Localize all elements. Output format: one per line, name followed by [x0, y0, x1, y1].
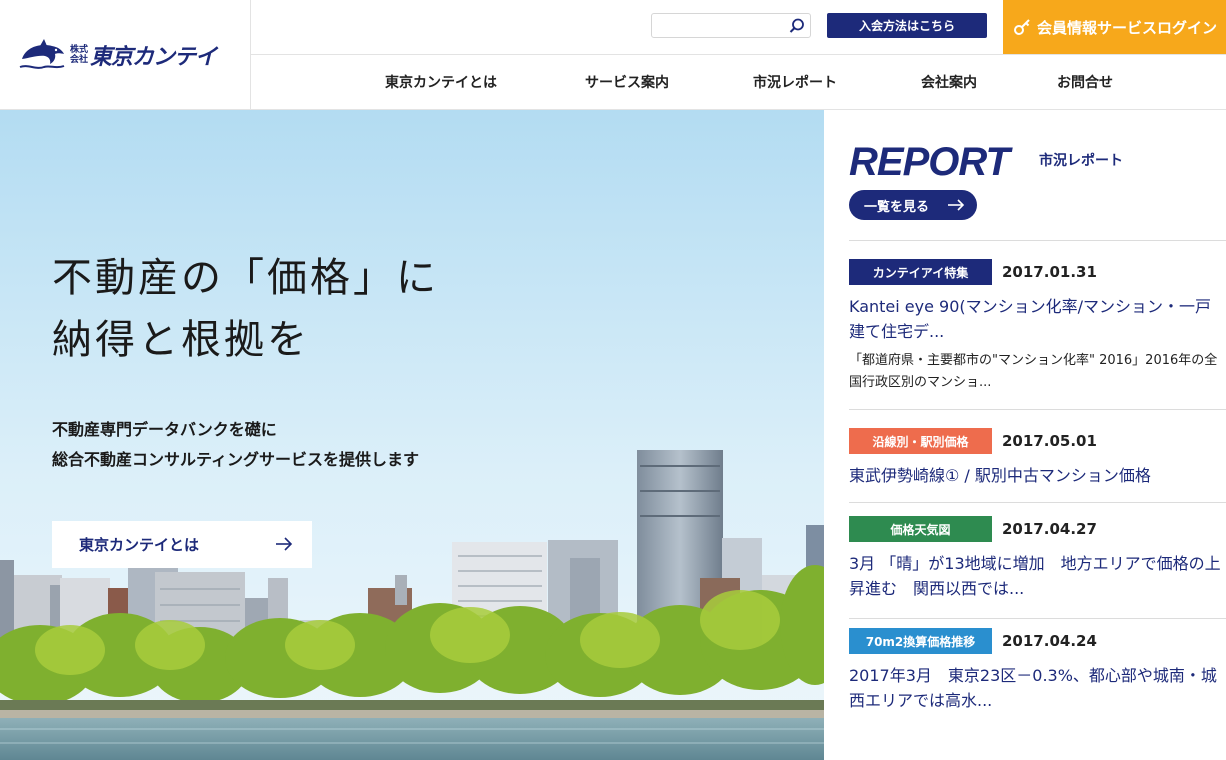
member-login-label: 会員情報サービスログイン [1037, 18, 1218, 37]
entry-description: 「都道府県・主要都市の"マンション化率" 2016」2016年の全国行政区別のマ… [849, 353, 1218, 390]
search-input[interactable] [652, 14, 782, 37]
hero-title: 不動産の「価格」に 納得と根拠を [52, 255, 439, 363]
report-subheading: 市況レポート [1039, 153, 1123, 169]
entry-date: 2017.04.24 [1002, 632, 1097, 650]
site-logo[interactable]: 株式 会社 東京カンテイ [0, 0, 251, 110]
report-entry[interactable]: 沿線別・駅別価格 2017.05.01 東武伊勢崎線① / 駅別中古マンション価… [849, 427, 1226, 503]
category-badge[interactable]: 沿線別・駅別価格 [849, 428, 992, 454]
nav-item-services[interactable]: サービス案内 [585, 55, 669, 109]
category-badge[interactable]: 70m2換算価格推移 [849, 628, 992, 654]
search-box [651, 13, 811, 38]
about-company-label: 東京カンテイとは [79, 536, 200, 554]
view-all-label: 一覧を見る [864, 199, 930, 215]
entry-title-link[interactable]: Kantei eye 90(マンション化率/マンション・一戸建て住宅デ... [849, 294, 1226, 344]
hero-banner: 不動産の「価格」に 納得と根拠を 不動産専門データバンクを礎に 総合不動産コンサ… [0, 110, 824, 760]
dolphin-logo-icon [19, 39, 65, 69]
nav-item-about[interactable]: 東京カンテイとは [385, 55, 497, 109]
logo-name: 東京カンテイ [90, 45, 217, 70]
entry-title-link[interactable]: 3月 「晴」が13地域に増加 地方エリアで価格の上昇進む 関西以西では... [849, 551, 1226, 601]
report-entry[interactable]: 70m2換算価格推移 2017.04.24 2017年3月 東京23区－0.3%… [849, 627, 1226, 727]
entry-date: 2017.05.01 [1002, 432, 1097, 450]
arrow-right-icon [276, 537, 293, 551]
report-entry[interactable]: 価格天気図 2017.04.27 3月 「晴」が13地域に増加 地方エリアで価格… [849, 515, 1226, 619]
hero-subtitle: 不動産専門データバンクを礎に 総合不動産コンサルティングサービスを提供します [52, 420, 420, 469]
member-login-button[interactable]: 会員情報サービスログイン [1003, 0, 1226, 54]
category-badge[interactable]: カンテイアイ特集 [849, 259, 992, 285]
entry-date: 2017.01.31 [1002, 263, 1097, 281]
arrow-right-icon [948, 199, 965, 211]
nav-item-company[interactable]: 会社案内 [921, 55, 977, 109]
search-icon[interactable] [788, 17, 806, 35]
about-company-button[interactable]: 東京カンテイとは [52, 521, 312, 568]
report-divider [849, 240, 1226, 241]
main-nav: 東京カンテイとは サービス案内 市況レポート 会社案内 お問合せ [251, 55, 1226, 109]
site-header: 株式 会社 東京カンテイ 入会方法はこちら 会員情報サービスログイン 東京カンテ… [0, 0, 1226, 110]
category-badge[interactable]: 価格天気図 [849, 516, 992, 542]
nav-item-contact[interactable]: お問合せ [1057, 55, 1113, 109]
entry-title-link[interactable]: 東武伊勢崎線① / 駅別中古マンション価格 [849, 463, 1226, 488]
key-icon [1014, 19, 1030, 35]
join-info-button[interactable]: 入会方法はこちら [827, 13, 987, 38]
view-all-button[interactable]: 一覧を見る [849, 190, 977, 220]
report-sidebar: REPORT 市況レポート 一覧を見る カンテイアイ特集 2017.01.31 … [824, 110, 1226, 760]
entry-date: 2017.04.27 [1002, 520, 1097, 538]
logo-company-type: 株式 会社 [70, 45, 89, 65]
report-heading: REPORT [849, 140, 1010, 184]
nav-item-market-report[interactable]: 市況レポート [753, 55, 837, 109]
entry-title-link[interactable]: 2017年3月 東京23区－0.3%、都心部や城南・城西エリアでは高水... [849, 663, 1226, 713]
report-entry[interactable]: カンテイアイ特集 2017.01.31 Kantei eye 90(マンション化… [849, 258, 1226, 410]
